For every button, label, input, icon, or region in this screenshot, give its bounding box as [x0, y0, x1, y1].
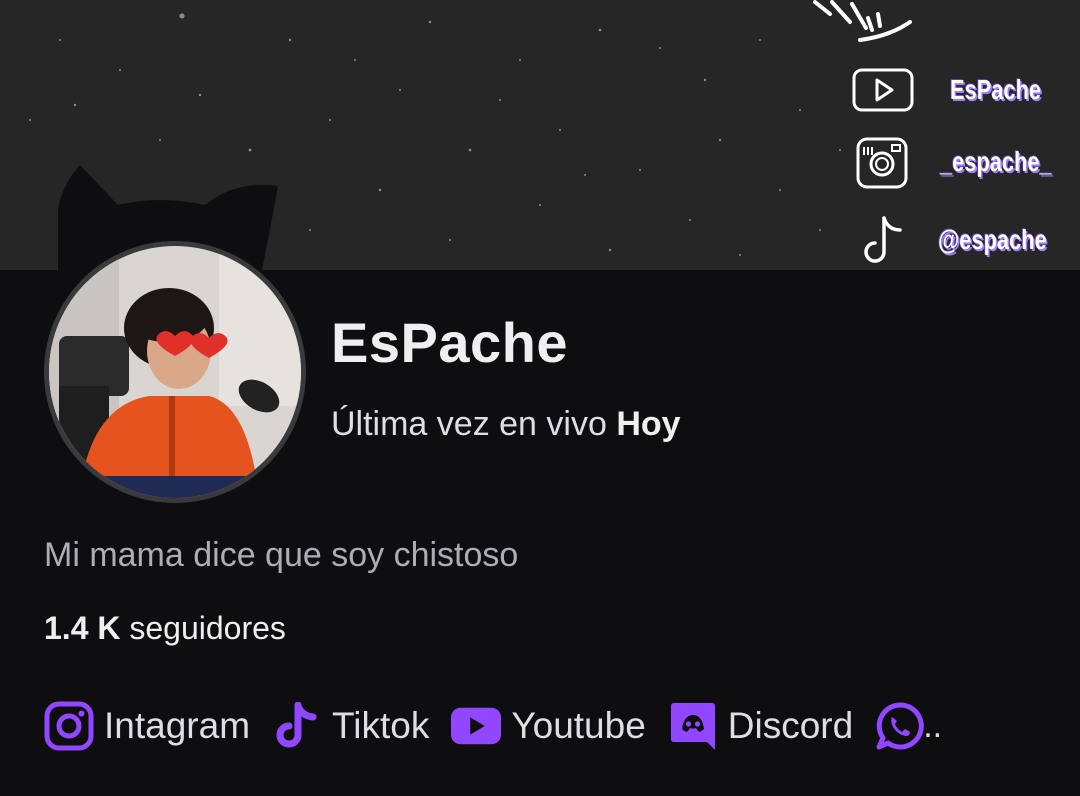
channel-name: EsPache	[331, 311, 568, 374]
last-live-value: Hoy	[616, 405, 681, 443]
whatsapp-link-label: ..	[923, 706, 943, 745]
youtube-outline-icon	[852, 68, 914, 112]
instagram-outline-icon	[856, 137, 908, 189]
whatsapp-link[interactable]: ..	[875, 701, 942, 751]
youtube-link[interactable]: Youtube	[451, 701, 646, 751]
banner-youtube-label: EsPache	[950, 74, 1042, 105]
tiktok-link[interactable]: Tiktok	[272, 701, 429, 751]
banner-social-list: EsPache _espache_ @espache	[0, 0, 1080, 270]
tiktok-icon	[272, 701, 322, 751]
followers-count: 1.4 K seguidores	[44, 610, 286, 647]
tiktok-outline-icon	[864, 216, 902, 263]
instagram-link-label: Intagram	[104, 705, 251, 746]
discord-link-label: Discord	[727, 705, 854, 746]
channel-avatar[interactable]	[44, 241, 306, 503]
social-links: Intagram Tiktok Youtube Discord ..	[44, 696, 964, 756]
followers-number: 1.4 K	[44, 610, 121, 646]
tiktok-link-label: Tiktok	[332, 705, 430, 746]
youtube-link-label: Youtube	[511, 705, 646, 746]
channel-bio: Mi mama dice que soy chistoso	[44, 536, 519, 574]
instagram-icon	[44, 701, 94, 751]
banner-instagram-label: _espache_	[940, 146, 1052, 177]
channel-banner: EsPache _espache_ @espache	[0, 0, 1080, 270]
discord-link[interactable]: Discord	[668, 701, 853, 751]
banner-tiktok-label: @espache	[938, 224, 1047, 255]
last-live-status: Última vez en vivo Hoy	[331, 405, 681, 444]
followers-label: seguidores	[129, 610, 286, 646]
last-live-prefix: Última vez en vivo	[331, 405, 607, 443]
discord-icon	[668, 701, 718, 751]
avatar-photo	[49, 246, 301, 498]
instagram-link[interactable]: Intagram	[44, 701, 250, 751]
whatsapp-icon	[875, 701, 925, 751]
youtube-icon	[451, 701, 502, 751]
